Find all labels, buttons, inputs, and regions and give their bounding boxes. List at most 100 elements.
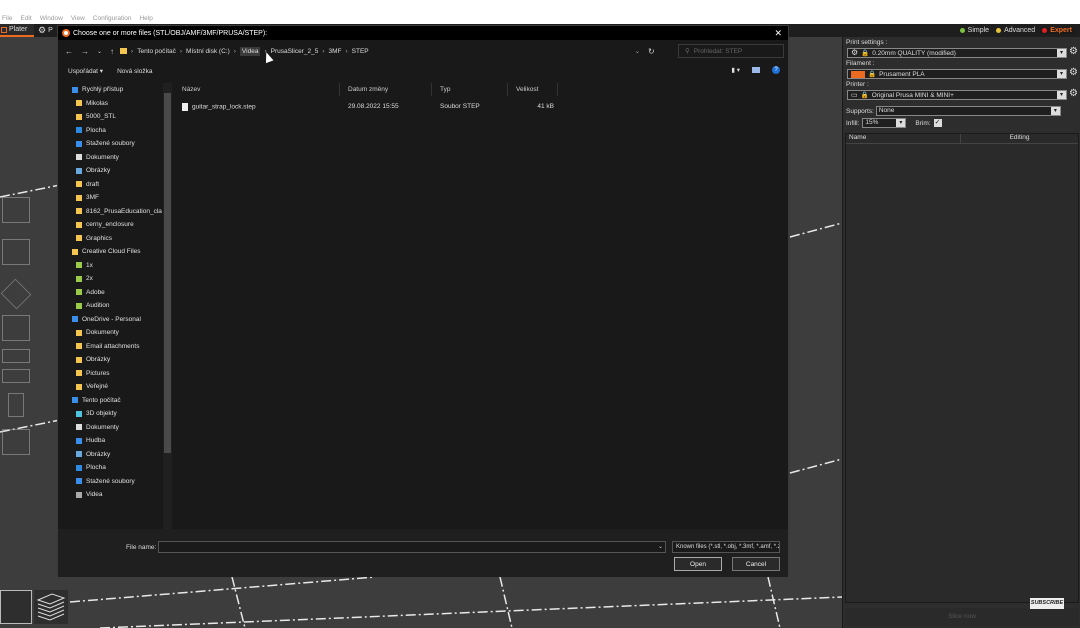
breadcrumb-videa[interactable]: Videa <box>239 46 261 56</box>
up-arrow-icon[interactable]: ↑ <box>110 47 114 56</box>
mode-expert[interactable]: Expert <box>1040 27 1074 34</box>
breadcrumb-3mf[interactable]: 3MF <box>328 48 341 55</box>
back-arrow-icon[interactable]: ← <box>65 47 73 56</box>
nav-item[interactable]: Obrázky <box>58 448 172 462</box>
file-name-input[interactable]: ⌄ <box>158 541 666 553</box>
move-tool-icon[interactable] <box>2 197 30 223</box>
breadcrumb-this-pc[interactable]: Tento počítač <box>137 48 176 55</box>
mode-simple[interactable]: Simple <box>958 27 991 34</box>
help-icon[interactable]: ? <box>772 66 780 74</box>
mode-advanced[interactable]: Advanced <box>994 27 1037 34</box>
supports-combo[interactable]: None ▾ <box>875 106 1061 116</box>
refresh-icon[interactable]: ↻ <box>648 47 655 56</box>
nav-item[interactable]: 2x <box>58 272 172 286</box>
nav-item[interactable]: Veřejné <box>58 380 172 394</box>
breadcrumb[interactable]: › Tento počítač › Místní disk (C:) › Vid… <box>120 44 640 58</box>
breadcrumb-step[interactable]: STEP <box>352 48 369 55</box>
rotate-tool-icon[interactable] <box>0 278 32 310</box>
col-header-date[interactable]: Datum změny <box>340 83 432 96</box>
nav-item[interactable]: Plocha <box>58 461 172 475</box>
nav-item[interactable]: Dokumenty✎ <box>58 151 172 165</box>
navigation-pane[interactable]: Rychlý přístupMikolas✎5000_STL✎Plocha✎St… <box>58 83 172 529</box>
file-list[interactable]: Název Datum změny Typ Velikost guitar_st… <box>174 83 788 529</box>
preview-pane-icon[interactable] <box>752 67 760 73</box>
col-header-size[interactable]: Velikost <box>508 83 558 96</box>
filament-edit-icon[interactable]: ⚙ <box>1069 68 1078 78</box>
measure-tool-icon[interactable] <box>2 429 30 455</box>
nav-item[interactable]: 1x <box>58 259 172 273</box>
menu-item-edit[interactable]: Edit <box>20 15 31 22</box>
cut-tool-icon[interactable] <box>2 349 30 363</box>
forward-arrow-icon[interactable]: → <box>81 47 89 56</box>
nav-item[interactable]: Obrázky✎ <box>58 164 172 178</box>
printer-edit-icon[interactable]: ⚙ <box>1069 89 1078 99</box>
nav-item[interactable]: OneDrive - Personal <box>58 313 172 327</box>
chevron-down-icon[interactable]: ⌄ <box>658 543 663 550</box>
nav-item[interactable]: Pictures <box>58 367 172 381</box>
nav-item[interactable]: Obrázky <box>58 353 172 367</box>
layers-icon[interactable] <box>34 590 68 624</box>
nav-item[interactable]: 8162_PrusaEducation_cla <box>58 205 172 219</box>
menu-item-help[interactable]: Help <box>139 15 152 22</box>
slice-now-button[interactable]: Slice now <box>845 608 1079 626</box>
nav-item[interactable]: Graphics <box>58 232 172 246</box>
nav-item[interactable]: 3D objekty <box>58 407 172 421</box>
file-type-select[interactable]: Known files (*.stl, *.obj, *.3mf, *.amf,… <box>672 541 780 553</box>
nav-scrollbar-thumb[interactable] <box>164 93 171 453</box>
file-row[interactable]: guitar_strap_lock.step 29.08.2022 15:55 … <box>174 100 788 113</box>
supports-tool-icon[interactable] <box>2 369 30 383</box>
nav-item[interactable]: 5000_STL✎ <box>58 110 172 124</box>
printer-combo[interactable]: ▭ 🔒 Original Prusa MINI & MINI+ ▾ <box>847 90 1067 100</box>
nav-item[interactable]: cerny_enclosure <box>58 218 172 232</box>
search-field[interactable]: ⚲ Prohledat: STEP <box>678 44 784 58</box>
col-header-type[interactable]: Typ <box>432 83 508 96</box>
object-list[interactable]: Name Editing <box>845 133 1079 603</box>
nav-item[interactable]: draft✎ <box>58 178 172 192</box>
infill-combo[interactable]: 15% ▾ <box>862 118 907 128</box>
history-chevron-icon[interactable]: ⌄ <box>97 48 102 55</box>
filament-combo[interactable]: 🔒 Prusament PLA ▾ <box>847 69 1067 79</box>
chevron-down-icon[interactable]: ⌄ <box>635 47 640 55</box>
cancel-button[interactable]: Cancel <box>732 557 780 571</box>
nav-item[interactable]: Plocha✎ <box>58 124 172 138</box>
nav-item[interactable]: Tento počítač <box>58 394 172 408</box>
menu-item-configuration[interactable]: Configuration <box>93 15 132 22</box>
nav-item[interactable]: Dokumenty <box>58 326 172 340</box>
menu-item-file[interactable]: File <box>2 15 12 22</box>
nav-item[interactable]: Adobe <box>58 286 172 300</box>
view-cube-icon[interactable] <box>0 590 32 624</box>
nav-item[interactable]: Dokumenty <box>58 421 172 435</box>
breadcrumb-prusaslicer[interactable]: PrusaSlicer_2_5 <box>271 48 319 55</box>
search-placeholder: Prohledat: STEP <box>693 47 743 55</box>
tab-plater[interactable]: Plater <box>0 24 34 37</box>
menu-item-view[interactable]: View <box>71 15 85 22</box>
music-icon <box>76 437 82 444</box>
place-on-face-icon[interactable] <box>2 315 30 341</box>
nav-scrollbar[interactable] <box>163 83 172 529</box>
view-mode-icon[interactable]: ▮ ▾ <box>731 66 740 74</box>
nav-item[interactable]: Mikolas✎ <box>58 97 172 111</box>
new-folder-button[interactable]: Nová složka <box>117 68 152 75</box>
nav-item[interactable]: Hudba <box>58 434 172 448</box>
print-settings-edit-icon[interactable]: ⚙ <box>1069 47 1078 57</box>
nav-item[interactable]: Creative Cloud Files <box>58 245 172 259</box>
print-settings-combo[interactable]: ⚙ 🔒 0.20mm QUALITY (modified) ▾ <box>847 48 1067 58</box>
seam-tool-icon[interactable] <box>8 393 24 417</box>
brim-checkbox[interactable]: ✓ <box>933 119 942 127</box>
cloud-folder-icon <box>72 248 78 255</box>
scale-tool-icon[interactable] <box>2 239 30 265</box>
col-header-name[interactable]: Název <box>174 83 340 96</box>
nav-item[interactable]: Audition <box>58 299 172 313</box>
file-size: 41 kB <box>537 103 554 110</box>
nav-item[interactable]: Email attachments <box>58 340 172 354</box>
breadcrumb-local-disk[interactable]: Místní disk (C:) <box>186 48 230 55</box>
nav-item[interactable]: Stažené soubory <box>58 475 172 489</box>
nav-item[interactable]: Stažené soubory✎ <box>58 137 172 151</box>
close-icon[interactable]: ✕ <box>774 28 782 39</box>
menu-item-window[interactable]: Window <box>40 15 63 22</box>
organize-button[interactable]: Uspořádat ▾ <box>68 67 103 75</box>
nav-item[interactable]: Rychlý přístup <box>58 83 172 97</box>
open-button[interactable]: Open <box>674 557 722 571</box>
nav-item[interactable]: 3MF <box>58 191 172 205</box>
nav-item[interactable]: Videa <box>58 488 172 502</box>
